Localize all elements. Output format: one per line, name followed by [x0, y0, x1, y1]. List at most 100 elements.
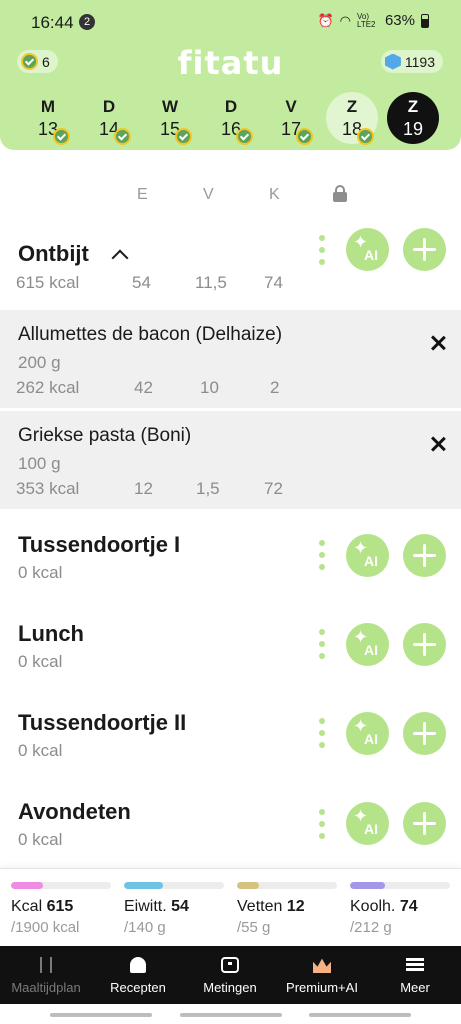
chef-hat-icon: [130, 957, 146, 973]
nav-recepten[interactable]: Recepten: [92, 946, 184, 1004]
meal-section-ontbijt: Ontbijt 615 kcal 54 11,5 74 ✦ AI: [0, 228, 461, 308]
ai-add-button[interactable]: ✦ AI: [346, 802, 389, 845]
ai-add-button[interactable]: ✦ AI: [346, 534, 389, 577]
food-protein: 12: [134, 479, 153, 498]
nav-label: Recepten: [110, 980, 166, 995]
food-name: Allumettes de bacon (Delhaize): [18, 324, 283, 345]
check-icon: [236, 128, 253, 145]
lock-icon[interactable]: [333, 185, 347, 202]
summary-value: 54: [171, 898, 189, 915]
day-item[interactable]: D 16: [205, 92, 257, 145]
nav-maaltijdplan[interactable]: Maaltijdplan: [0, 946, 92, 1004]
ai-label: AI: [364, 642, 378, 658]
day-letter: M: [40, 97, 56, 116]
food-fat: 10: [200, 378, 219, 397]
day-item[interactable]: V 17: [265, 92, 317, 145]
day-number: 19: [402, 119, 424, 139]
meal-kcal: 0 kcal: [18, 741, 63, 760]
add-food-button[interactable]: [403, 712, 446, 755]
add-food-button[interactable]: [403, 534, 446, 577]
food-quantity: 200 g: [18, 353, 61, 372]
meal-section-tussendoortje-2: Tussendoortje II 0 kcal ✦ AI: [0, 708, 461, 768]
ai-add-button[interactable]: ✦ AI: [346, 712, 389, 755]
summary-value: 615: [46, 898, 74, 915]
meal-kcal: 615 kcal: [16, 273, 80, 292]
food-protein: 42: [134, 378, 153, 397]
day-letter: D: [224, 97, 238, 116]
nav-label: Metingen: [203, 980, 257, 995]
meal-kcal: 0 kcal: [18, 563, 63, 582]
week-day-selector: M 13 D 14 W 15 D 16 V 17 Z 18 Z 19: [18, 92, 443, 145]
add-food-button[interactable]: [403, 228, 446, 271]
more-options-icon[interactable]: [318, 718, 326, 750]
meal-title[interactable]: Avondeten: [18, 799, 131, 825]
status-bar: 16:44 2 ⏰ ◠ Vo) LTE2 63%: [0, 0, 461, 44]
signal-icon: Vo) LTE2: [356, 11, 376, 29]
summary-protein: Eiwitt. 54 /140 g: [124, 882, 224, 936]
meal-section-avondeten: Avondeten 0 kcal ✦ AI: [0, 797, 461, 857]
system-nav-pill: [50, 1013, 152, 1017]
check-icon: [114, 128, 131, 145]
status-icons: ⏰ ◠ Vo) LTE2 63%: [317, 12, 429, 29]
close-icon[interactable]: [431, 437, 445, 451]
crown-icon: [313, 958, 331, 973]
meal-carbs: 74: [264, 273, 283, 292]
more-options-icon[interactable]: [318, 235, 326, 267]
more-options-icon[interactable]: [318, 629, 326, 661]
status-time: 16:44: [31, 13, 74, 32]
progress-bar: [237, 882, 337, 889]
summary-goal: /212 g: [350, 919, 392, 936]
meal-kcal: 0 kcal: [18, 830, 63, 849]
summary-fat: Vetten 12 /55 g: [237, 882, 337, 936]
ai-add-button[interactable]: ✦ AI: [346, 228, 389, 271]
points-count: 1193: [404, 53, 435, 70]
scale-icon: [221, 957, 239, 973]
food-quantity: 100 g: [18, 454, 61, 473]
ai-label: AI: [364, 731, 378, 747]
meal-fat: 11,5: [195, 273, 227, 292]
day-item-today[interactable]: Z 19: [387, 92, 439, 144]
fork-knife-icon: [40, 957, 52, 973]
alarm-icon: ⏰: [317, 12, 334, 28]
day-item[interactable]: W 15: [144, 92, 196, 145]
column-header-e: E: [137, 186, 148, 203]
day-item[interactable]: D 14: [83, 92, 135, 145]
meal-title[interactable]: Ontbijt: [18, 241, 89, 267]
day-letter: Z: [407, 97, 419, 116]
nav-meer[interactable]: Meer: [369, 946, 461, 1004]
nav-label: Meer: [400, 980, 430, 995]
more-options-icon[interactable]: [318, 809, 326, 841]
gem-icon: [384, 53, 401, 70]
add-food-button[interactable]: [403, 802, 446, 845]
add-food-button[interactable]: [403, 623, 446, 666]
check-icon: [175, 128, 192, 145]
summary-goal: /55 g: [237, 919, 271, 936]
summary-goal: /140 g: [124, 919, 166, 936]
daily-summary[interactable]: Kcal 615 /1900 kcal Eiwitt. 54 /140 g Ve…: [0, 868, 461, 946]
check-icon: [357, 128, 374, 145]
meal-title[interactable]: Tussendoortje II: [18, 710, 186, 736]
meal-title[interactable]: Lunch: [18, 621, 84, 647]
summary-label: Koolh.: [350, 898, 396, 915]
nav-premium-ai[interactable]: Premium+AI: [276, 946, 368, 1004]
progress-bar: [124, 882, 224, 889]
food-carbs: 72: [264, 479, 283, 498]
points-badge[interactable]: 1193: [380, 50, 443, 73]
ai-label: AI: [364, 553, 378, 569]
more-options-icon[interactable]: [318, 540, 326, 572]
summary-goal: /1900 kcal: [11, 919, 80, 936]
nav-metingen[interactable]: Metingen: [184, 946, 276, 1004]
food-item[interactable]: Griekse pasta (Boni) 100 g 353 kcal 12 1…: [0, 411, 461, 509]
food-item[interactable]: Allumettes de bacon (Delhaize) 200 g 262…: [0, 310, 461, 408]
day-item-selected[interactable]: Z 18: [326, 92, 378, 145]
menu-icon: [406, 958, 424, 971]
ai-label: AI: [364, 247, 378, 263]
check-icon: [296, 128, 313, 145]
close-icon[interactable]: [431, 336, 445, 350]
meal-title[interactable]: Tussendoortje I: [18, 532, 180, 558]
ai-add-button[interactable]: ✦ AI: [346, 623, 389, 666]
day-item[interactable]: M 13: [22, 92, 74, 145]
bottom-nav: Maaltijdplan Recepten Metingen Premium+A…: [0, 946, 461, 1004]
chevron-up-icon[interactable]: [111, 249, 129, 267]
summary-label: Eiwitt.: [124, 898, 167, 915]
